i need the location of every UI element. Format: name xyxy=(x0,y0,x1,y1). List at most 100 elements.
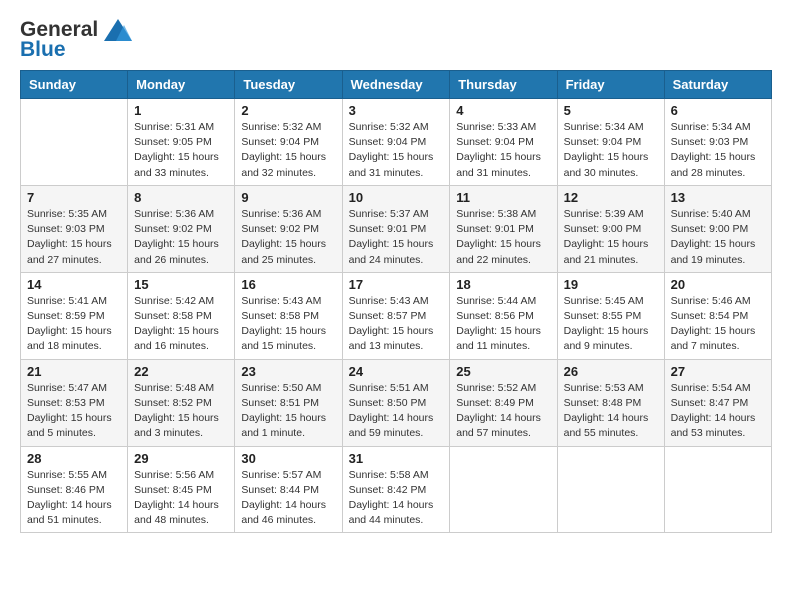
day-number: 22 xyxy=(134,364,228,379)
header-thursday: Thursday xyxy=(450,71,557,99)
day-info: Sunrise: 5:56 AM Sunset: 8:45 PM Dayligh… xyxy=(134,468,228,529)
day-info: Sunrise: 5:42 AM Sunset: 8:58 PM Dayligh… xyxy=(134,294,228,355)
day-info: Sunrise: 5:36 AM Sunset: 9:02 PM Dayligh… xyxy=(134,207,228,268)
day-info: Sunrise: 5:44 AM Sunset: 8:56 PM Dayligh… xyxy=(456,294,550,355)
day-info: Sunrise: 5:43 AM Sunset: 8:57 PM Dayligh… xyxy=(349,294,444,355)
calendar-cell: 23Sunrise: 5:50 AM Sunset: 8:51 PM Dayli… xyxy=(235,359,342,446)
week-row-1: 1 Sunrise: 5:31 AM Sunset: 9:05 PM Daylig… xyxy=(21,99,772,186)
calendar-cell: 20 Sunrise: 5:46 AM Sunset: 8:54 PM Dayli… xyxy=(664,272,771,359)
calendar-cell: 30Sunrise: 5:57 AM Sunset: 8:44 PM Dayli… xyxy=(235,446,342,533)
logo: General Blue xyxy=(20,18,132,62)
week-row-3: 14 Sunrise: 5:41 AM Sunset: 8:59 PM Dayli… xyxy=(21,272,772,359)
day-info: Sunrise: 5:45 AM Sunset: 8:55 PM Dayligh… xyxy=(564,294,658,355)
day-info: Sunrise: 5:46 AM Sunset: 8:54 PM Dayligh… xyxy=(671,294,765,355)
logo-blue-text: Blue xyxy=(20,38,66,62)
day-number: 31 xyxy=(349,451,444,466)
calendar-cell: 1 Sunrise: 5:31 AM Sunset: 9:05 PM Daylig… xyxy=(128,99,235,186)
calendar: Sunday Monday Tuesday Wednesday Thursday… xyxy=(20,70,772,533)
day-number: 15 xyxy=(134,277,228,292)
header-monday: Monday xyxy=(128,71,235,99)
calendar-cell: 13 Sunrise: 5:40 AM Sunset: 9:00 PM Dayli… xyxy=(664,185,771,272)
day-info: Sunrise: 5:32 AM Sunset: 9:04 PM Dayligh… xyxy=(241,120,335,181)
calendar-cell: 28Sunrise: 5:55 AM Sunset: 8:46 PM Dayli… xyxy=(21,446,128,533)
day-number: 2 xyxy=(241,103,335,118)
day-info: Sunrise: 5:35 AM Sunset: 9:03 PM Dayligh… xyxy=(27,207,121,268)
day-number: 17 xyxy=(349,277,444,292)
calendar-cell: 9 Sunrise: 5:36 AM Sunset: 9:02 PM Daylig… xyxy=(235,185,342,272)
header-saturday: Saturday xyxy=(664,71,771,99)
day-number: 1 xyxy=(134,103,228,118)
calendar-cell: 8 Sunrise: 5:36 AM Sunset: 9:02 PM Daylig… xyxy=(128,185,235,272)
day-number: 18 xyxy=(456,277,550,292)
day-info: Sunrise: 5:52 AM Sunset: 8:49 PM Dayligh… xyxy=(456,381,550,442)
day-number: 27 xyxy=(671,364,765,379)
calendar-cell: 5Sunrise: 5:34 AM Sunset: 9:04 PM Daylig… xyxy=(557,99,664,186)
week-row-2: 7 Sunrise: 5:35 AM Sunset: 9:03 PM Daylig… xyxy=(21,185,772,272)
calendar-cell: 25 Sunrise: 5:52 AM Sunset: 8:49 PM Dayli… xyxy=(450,359,557,446)
day-info: Sunrise: 5:31 AM Sunset: 9:05 PM Dayligh… xyxy=(134,120,228,181)
day-number: 11 xyxy=(456,190,550,205)
day-info: Sunrise: 5:53 AM Sunset: 8:48 PM Dayligh… xyxy=(564,381,658,442)
day-info: Sunrise: 5:32 AM Sunset: 9:04 PM Dayligh… xyxy=(349,120,444,181)
day-number: 29 xyxy=(134,451,228,466)
day-number: 20 xyxy=(671,277,765,292)
week-row-4: 21 Sunrise: 5:47 AM Sunset: 8:53 PM Dayli… xyxy=(21,359,772,446)
calendar-cell: 24 Sunrise: 5:51 AM Sunset: 8:50 PM Dayli… xyxy=(342,359,450,446)
calendar-cell xyxy=(450,446,557,533)
day-number: 30 xyxy=(241,451,335,466)
day-number: 21 xyxy=(27,364,121,379)
calendar-cell: 19 Sunrise: 5:45 AM Sunset: 8:55 PM Dayli… xyxy=(557,272,664,359)
day-number: 24 xyxy=(349,364,444,379)
day-number: 28 xyxy=(27,451,121,466)
calendar-cell: 31 Sunrise: 5:58 AM Sunset: 8:42 PM Dayli… xyxy=(342,446,450,533)
calendar-cell: 7 Sunrise: 5:35 AM Sunset: 9:03 PM Daylig… xyxy=(21,185,128,272)
calendar-cell: 17 Sunrise: 5:43 AM Sunset: 8:57 PM Dayli… xyxy=(342,272,450,359)
day-info: Sunrise: 5:39 AM Sunset: 9:00 PM Dayligh… xyxy=(564,207,658,268)
header-wednesday: Wednesday xyxy=(342,71,450,99)
day-number: 14 xyxy=(27,277,121,292)
calendar-cell: 22 Sunrise: 5:48 AM Sunset: 8:52 PM Dayli… xyxy=(128,359,235,446)
logo-icon xyxy=(104,19,132,41)
day-number: 6 xyxy=(671,103,765,118)
header-friday: Friday xyxy=(557,71,664,99)
day-number: 12 xyxy=(564,190,658,205)
calendar-cell: 29 Sunrise: 5:56 AM Sunset: 8:45 PM Dayli… xyxy=(128,446,235,533)
calendar-cell: 26 Sunrise: 5:53 AM Sunset: 8:48 PM Dayli… xyxy=(557,359,664,446)
calendar-cell: 4 Sunrise: 5:33 AM Sunset: 9:04 PM Daylig… xyxy=(450,99,557,186)
day-info: Sunrise: 5:37 AM Sunset: 9:01 PM Dayligh… xyxy=(349,207,444,268)
day-number: 3 xyxy=(349,103,444,118)
calendar-cell: 2 Sunrise: 5:32 AM Sunset: 9:04 PM Daylig… xyxy=(235,99,342,186)
day-number: 10 xyxy=(349,190,444,205)
day-number: 7 xyxy=(27,190,121,205)
day-info: Sunrise: 5:36 AM Sunset: 9:02 PM Dayligh… xyxy=(241,207,335,268)
day-number: 8 xyxy=(134,190,228,205)
header-tuesday: Tuesday xyxy=(235,71,342,99)
calendar-cell: 3 Sunrise: 5:32 AM Sunset: 9:04 PM Daylig… xyxy=(342,99,450,186)
day-info: Sunrise: 5:58 AM Sunset: 8:42 PM Dayligh… xyxy=(349,468,444,529)
calendar-cell: 11Sunrise: 5:38 AM Sunset: 9:01 PM Dayli… xyxy=(450,185,557,272)
day-number: 13 xyxy=(671,190,765,205)
calendar-cell: 10 Sunrise: 5:37 AM Sunset: 9:01 PM Dayli… xyxy=(342,185,450,272)
day-info: Sunrise: 5:40 AM Sunset: 9:00 PM Dayligh… xyxy=(671,207,765,268)
day-number: 9 xyxy=(241,190,335,205)
calendar-cell xyxy=(21,99,128,186)
day-info: Sunrise: 5:41 AM Sunset: 8:59 PM Dayligh… xyxy=(27,294,121,355)
page: General Blue Sunday Monday Tuesday Wedne… xyxy=(0,0,792,612)
day-info: Sunrise: 5:54 AM Sunset: 8:47 PM Dayligh… xyxy=(671,381,765,442)
day-number: 26 xyxy=(564,364,658,379)
calendar-cell: 21 Sunrise: 5:47 AM Sunset: 8:53 PM Dayli… xyxy=(21,359,128,446)
day-number: 16 xyxy=(241,277,335,292)
calendar-cell: 6Sunrise: 5:34 AM Sunset: 9:03 PM Daylig… xyxy=(664,99,771,186)
day-info: Sunrise: 5:47 AM Sunset: 8:53 PM Dayligh… xyxy=(27,381,121,442)
day-info: Sunrise: 5:48 AM Sunset: 8:52 PM Dayligh… xyxy=(134,381,228,442)
day-number: 4 xyxy=(456,103,550,118)
day-number: 25 xyxy=(456,364,550,379)
day-number: 23 xyxy=(241,364,335,379)
day-info: Sunrise: 5:33 AM Sunset: 9:04 PM Dayligh… xyxy=(456,120,550,181)
day-number: 19 xyxy=(564,277,658,292)
calendar-cell xyxy=(557,446,664,533)
week-row-5: 28Sunrise: 5:55 AM Sunset: 8:46 PM Dayli… xyxy=(21,446,772,533)
header: General Blue xyxy=(20,18,772,62)
day-info: Sunrise: 5:51 AM Sunset: 8:50 PM Dayligh… xyxy=(349,381,444,442)
day-number: 5 xyxy=(564,103,658,118)
